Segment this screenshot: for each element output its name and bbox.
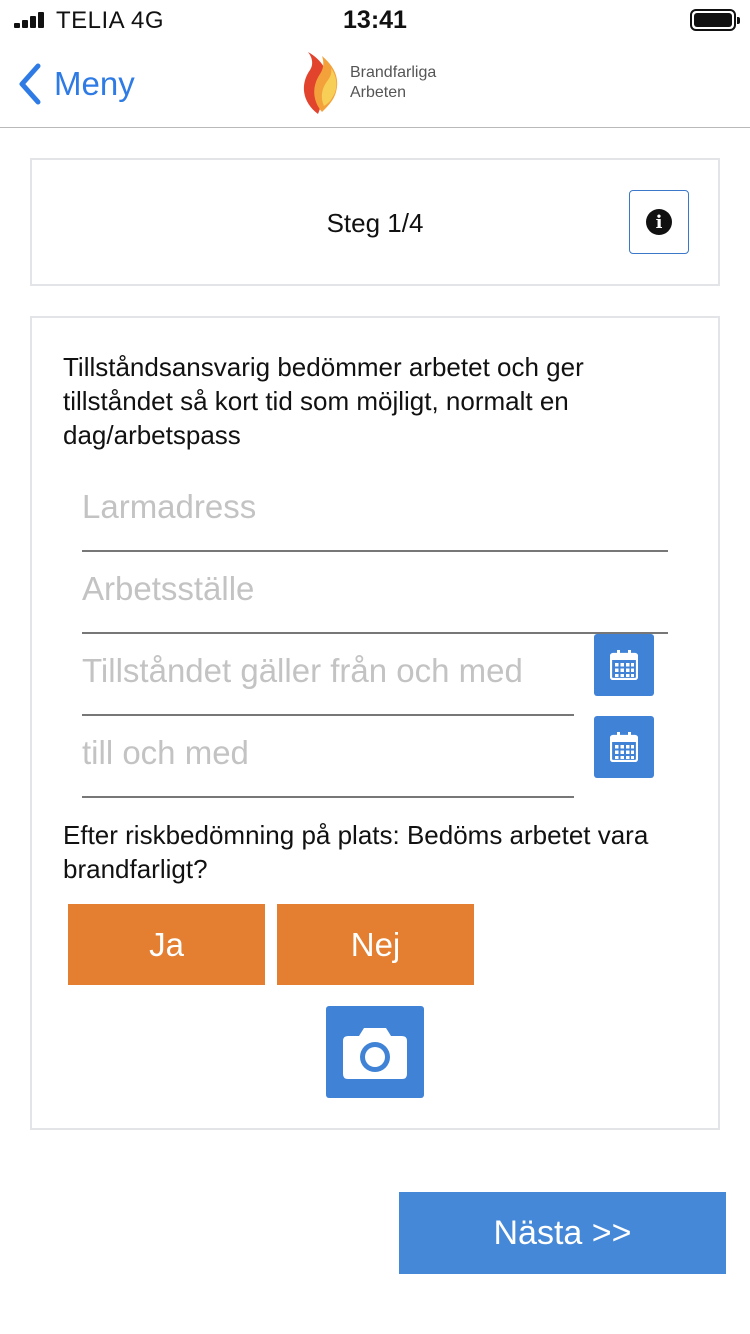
info-button[interactable]: i [629,190,689,254]
valid-from-input[interactable] [82,634,574,708]
valid-to-input[interactable] [82,716,574,790]
back-button-label: Meny [54,65,135,102]
navigation-bar: Meny Brandfarliga Arbeten [0,40,750,128]
no-button[interactable]: Nej [277,904,474,985]
logo-text-line1: Brandfarliga [350,64,437,81]
fire-risk-question: Efter riskbedömning på plats: Bedöms arb… [63,820,649,884]
form-intro-text: Tillståndsansvarig bedömmer arbetet och … [63,352,584,450]
back-button[interactable]: Meny [16,62,135,106]
camera-button[interactable] [326,1006,424,1098]
valid-from-calendar-button[interactable] [594,634,654,696]
status-bar: TELIA 4G 13:41 [0,0,750,40]
workplace-field [82,552,668,634]
valid-from-field [82,634,574,716]
flame-logo-icon [303,52,338,114]
valid-to-field [82,716,574,798]
permit-form-card: Tillståndsansvarig bedömmer arbetet och … [30,316,720,1130]
app-logo: Brandfarliga Arbeten [298,50,436,116]
battery-icon [690,9,740,31]
next-button[interactable]: Nästa >> [399,1192,726,1274]
chevron-left-icon [19,63,41,105]
logo-text-line2: Arbeten [350,84,407,101]
valid-to-calendar-button[interactable] [594,716,654,778]
status-time: 13:41 [343,6,407,34]
yes-button[interactable]: Ja [68,904,265,985]
info-icon: i [646,209,672,235]
alarm-address-input[interactable] [82,470,668,544]
step-card: Steg 1/4 i [30,158,720,286]
camera-icon [343,1028,407,1079]
calendar-icon [610,650,638,680]
workplace-input[interactable] [82,552,668,626]
alarm-address-field [82,470,668,552]
step-title: Steg 1/4 [326,208,424,238]
calendar-icon [610,732,638,762]
